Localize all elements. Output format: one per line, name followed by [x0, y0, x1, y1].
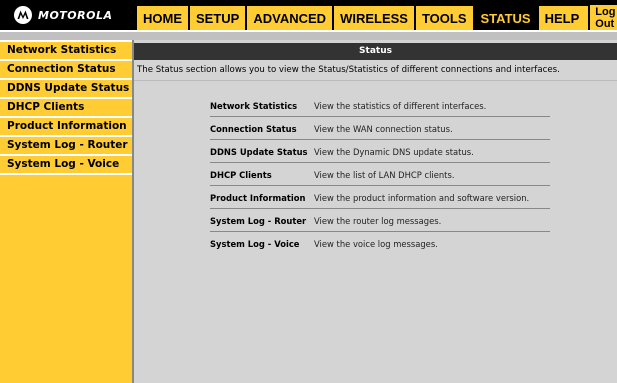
- nav-help[interactable]: HELP: [539, 6, 586, 30]
- status-link-network-statistics[interactable]: Network Statistics: [210, 101, 312, 111]
- status-desc: View the product information and softwar…: [314, 192, 530, 203]
- status-desc: View the WAN connection status.: [314, 123, 453, 134]
- status-desc: View the Dynamic DNS update status.: [314, 146, 474, 157]
- main-nav: HOME SETUP ADVANCED WIRELESS TOOLS STATU…: [137, 3, 617, 33]
- status-link-system-log-voice[interactable]: System Log - Voice: [210, 239, 312, 249]
- sidebar-item-product-information[interactable]: Product Information: [0, 118, 132, 137]
- logout-button[interactable]: Log Out: [588, 3, 617, 33]
- sidebar-item-connection-status[interactable]: Connection Status: [0, 61, 132, 80]
- status-row: DHCP Clients View the list of LAN DHCP c…: [210, 164, 550, 186]
- status-row: Network Statistics View the statistics o…: [210, 95, 550, 117]
- status-table: Network Statistics View the statistics o…: [210, 95, 550, 255]
- nav-home[interactable]: HOME: [137, 6, 190, 30]
- status-desc: View the voice log messages.: [314, 238, 438, 249]
- status-link-product-information[interactable]: Product Information: [210, 193, 312, 203]
- status-row: System Log - Router View the router log …: [210, 210, 550, 232]
- brand-name: MOTOROLA: [38, 8, 113, 22]
- logout-wrap: Log Out: [585, 3, 617, 33]
- nav-advanced[interactable]: ADVANCED: [247, 6, 335, 30]
- status-desc: View the router log messages.: [314, 215, 442, 226]
- main-panel: Status The Status section allows you to …: [134, 40, 617, 383]
- status-link-ddns-update-status[interactable]: DDNS Update Status: [210, 147, 312, 157]
- top-bar: MOTOROLA HOME SETUP ADVANCED WIRELESS TO…: [0, 0, 617, 33]
- nav-tools[interactable]: TOOLS: [416, 6, 475, 30]
- motorola-m-icon: [14, 6, 32, 24]
- nav-wireless[interactable]: WIRELESS: [334, 6, 416, 30]
- sidebar-item-network-statistics[interactable]: Network Statistics: [0, 40, 132, 61]
- top-gray-band: [0, 32, 617, 40]
- status-row: DDNS Update Status View the Dynamic DNS …: [210, 141, 550, 163]
- sidebar-item-system-log-voice[interactable]: System Log - Voice: [0, 156, 132, 175]
- sidebar: Network Statistics Connection Status DDN…: [0, 40, 134, 383]
- sidebar-item-ddns-update-status[interactable]: DDNS Update Status: [0, 80, 132, 99]
- intro-text: The Status section allows you to view th…: [134, 60, 617, 81]
- sidebar-item-system-log-router[interactable]: System Log - Router: [0, 137, 132, 156]
- status-row: Connection Status View the WAN connectio…: [210, 118, 550, 140]
- page-title: Status: [134, 43, 617, 60]
- status-row: System Log - Voice View the voice log me…: [210, 233, 550, 254]
- motorola-logo: MOTOROLA: [0, 0, 134, 30]
- status-desc: View the list of LAN DHCP clients.: [314, 169, 455, 180]
- status-link-dhcp-clients[interactable]: DHCP Clients: [210, 170, 312, 180]
- sidebar-item-dhcp-clients[interactable]: DHCP Clients: [0, 99, 132, 118]
- status-desc: View the statistics of different interfa…: [314, 100, 487, 111]
- status-link-connection-status[interactable]: Connection Status: [210, 124, 312, 134]
- status-link-system-log-router[interactable]: System Log - Router: [210, 216, 312, 226]
- status-row: Product Information View the product inf…: [210, 187, 550, 209]
- nav-setup[interactable]: SETUP: [190, 6, 248, 30]
- nav-status[interactable]: STATUS: [474, 6, 539, 30]
